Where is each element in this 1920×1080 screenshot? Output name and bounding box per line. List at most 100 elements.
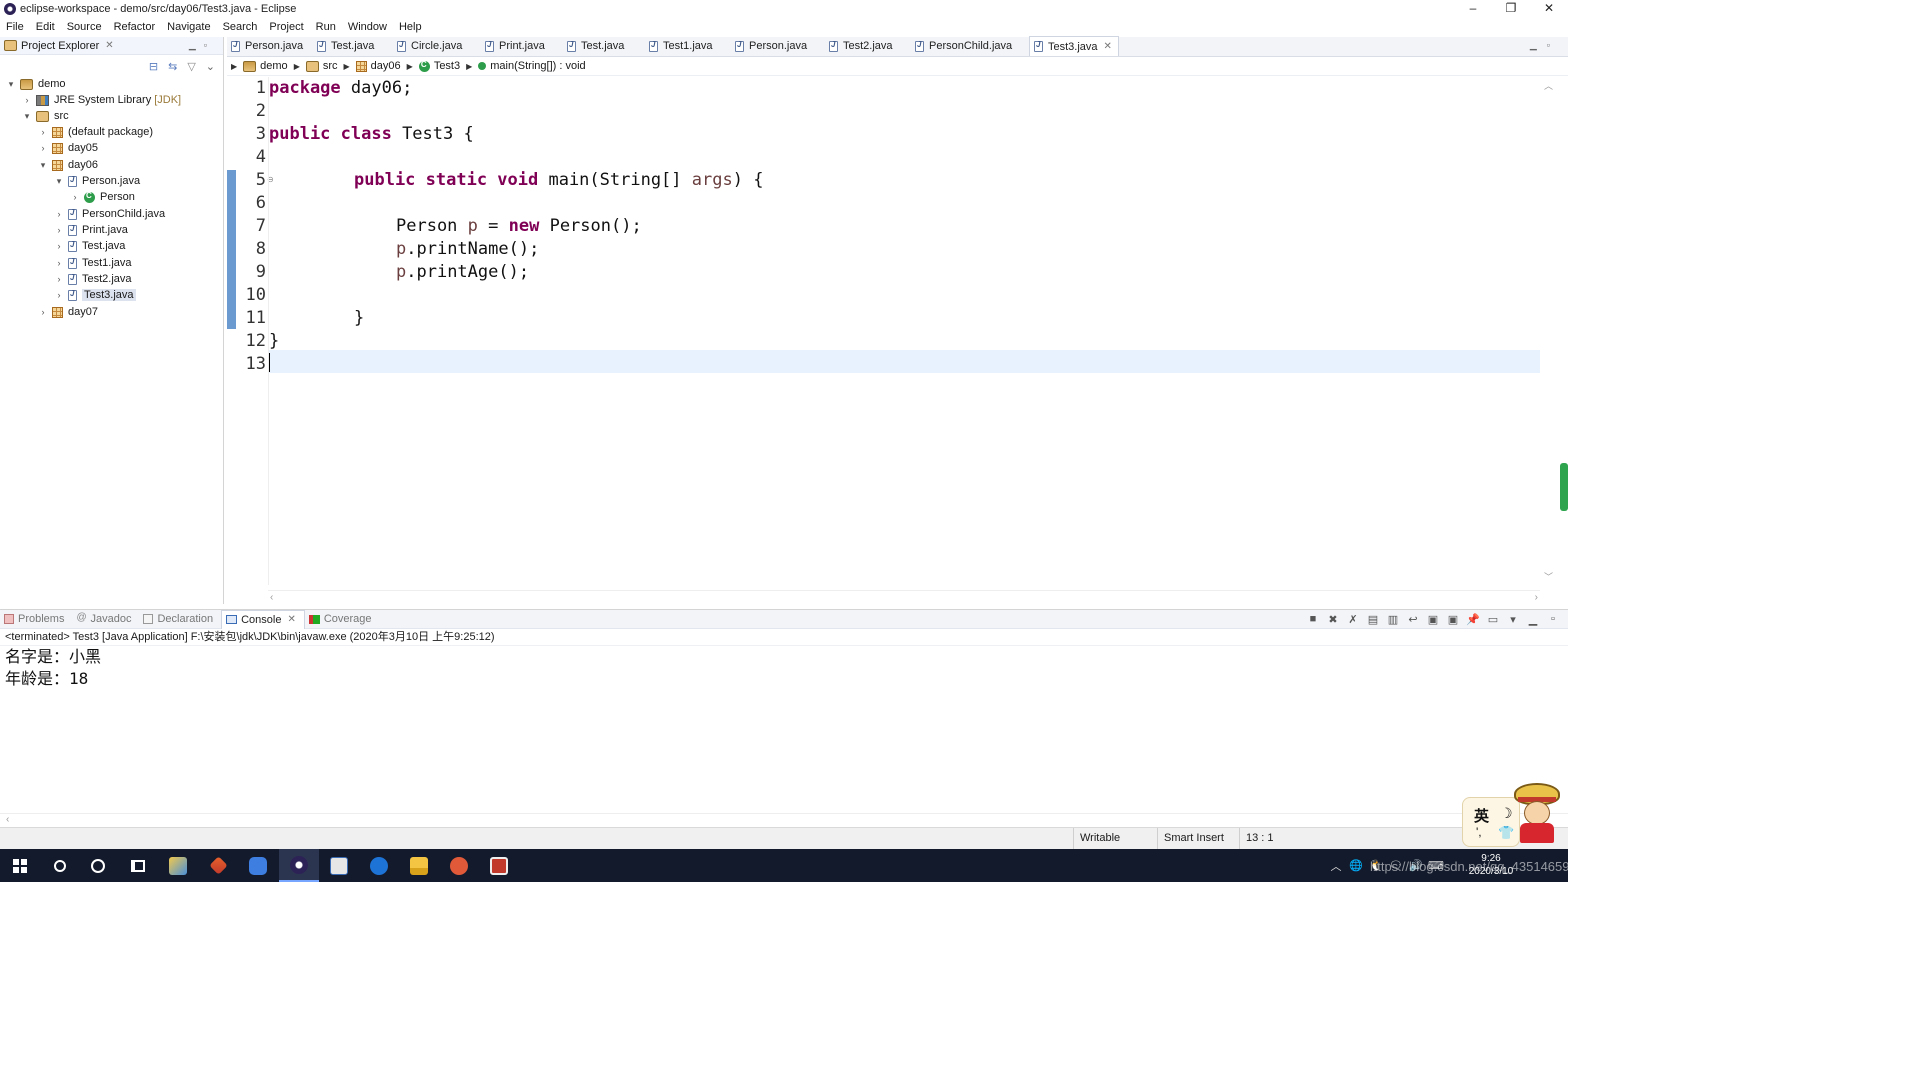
code-editor[interactable]: 1 2 3 4 5 6 7 8 9 10 11 12 13 ⊖ package … [227, 77, 1568, 585]
punctuation-toggle[interactable]: ', [1476, 825, 1482, 839]
chevron-right-icon[interactable]: › [54, 209, 64, 219]
link-with-editor-icon[interactable]: ⇆ [168, 60, 177, 73]
restore-button[interactable]: ❐ [1492, 0, 1530, 18]
taskbar-app-sogou[interactable] [359, 849, 399, 882]
taskbar-app-3[interactable] [238, 849, 278, 882]
minimize-icon[interactable]: ▁ [189, 40, 204, 50]
menu-run[interactable]: Run [316, 21, 336, 33]
close-button[interactable]: ✕ [1530, 0, 1568, 18]
clear-console-icon[interactable]: ▤ [1366, 613, 1380, 626]
project-explorer-title[interactable]: Project Explorer [21, 40, 99, 52]
open-console-icon[interactable]: ▾ [1506, 613, 1520, 626]
menu-edit[interactable]: Edit [36, 21, 55, 33]
chevron-down-icon[interactable]: ▾ [6, 79, 16, 90]
search-button[interactable] [40, 849, 80, 882]
horizontal-scrollbar[interactable]: ‹ › [268, 590, 1540, 604]
scroll-left-icon[interactable]: ‹ [270, 592, 273, 603]
vertical-scrollbar[interactable]: ︿ ﹀ [1544, 77, 1554, 585]
menu-file[interactable]: File [6, 21, 24, 33]
chevron-right-icon[interactable]: › [38, 307, 48, 317]
chevron-down-icon[interactable]: ▾ [38, 160, 48, 171]
tray-overflow-icon[interactable]: ︿ [1328, 858, 1344, 874]
minimize-icon[interactable]: ▁ [1526, 613, 1540, 626]
tree-item-jre[interactable]: › JRE System Library [JDK] [22, 92, 182, 108]
breadcrumb-test3[interactable]: Test3 [418, 60, 460, 72]
tree-item-test2-java[interactable]: › Test2.java [54, 271, 132, 287]
remove-all-terminated-icon[interactable]: ✗ [1346, 613, 1360, 626]
tab-test-java-2[interactable]: Test.java [563, 36, 645, 56]
taskbar-app-1[interactable] [158, 849, 198, 882]
tree-item-person-class[interactable]: › Person [70, 189, 135, 205]
taskbar-app-matlab[interactable] [198, 849, 238, 882]
scroll-right-icon[interactable]: › [1535, 592, 1538, 603]
network-icon[interactable]: 🌐 [1348, 859, 1364, 872]
scroll-left-icon[interactable]: ‹ [6, 814, 9, 825]
tree-item-print-java[interactable]: › Print.java [54, 222, 128, 238]
chevron-right-icon[interactable]: › [54, 258, 64, 268]
display-selected-console-icon[interactable]: ▭ [1486, 613, 1500, 626]
terminate-icon[interactable]: ■ [1306, 613, 1320, 626]
tab-test2-java[interactable]: Test2.java [825, 36, 911, 56]
pin-console-icon[interactable]: 📌 [1466, 613, 1480, 626]
scroll-up-icon[interactable]: ︿ [1544, 79, 1553, 92]
tab-circle-java[interactable]: Circle.java [393, 36, 481, 56]
collapse-all-icon[interactable]: ⊟ [149, 60, 158, 73]
tree-item-personchild-java[interactable]: › PersonChild.java [54, 206, 166, 222]
chevron-right-icon[interactable]: › [54, 274, 64, 284]
breadcrumb-main[interactable]: main(String[]) : void [478, 60, 586, 72]
show-on-stderr-icon[interactable]: ▣ [1446, 613, 1460, 626]
taskbar-app-9[interactable] [479, 849, 519, 882]
tab-coverage[interactable]: Coverage [305, 610, 380, 629]
menu-refactor[interactable]: Refactor [114, 21, 156, 33]
tree-item-src[interactable]: ▾ src [22, 108, 69, 124]
remove-launch-icon[interactable]: ✖ [1326, 613, 1340, 626]
overview-ruler-marker[interactable] [1560, 463, 1568, 511]
word-wrap-icon[interactable]: ↩ [1406, 613, 1420, 626]
minimize-button[interactable]: – [1454, 0, 1492, 18]
maximize-icon[interactable]: ▫ [204, 40, 215, 50]
tree-item-day06[interactable]: ▾ day06 [38, 157, 98, 173]
menu-navigate[interactable]: Navigate [167, 21, 210, 33]
filter-icon[interactable]: ▽ [187, 60, 195, 73]
chevron-down-icon[interactable]: ▾ [22, 111, 32, 122]
tab-person-java[interactable]: Person.java [227, 36, 313, 56]
tree-item-demo[interactable]: ▾ demo [6, 76, 66, 92]
chevron-right-icon[interactable]: › [54, 225, 64, 235]
close-icon[interactable]: ✕ [105, 40, 113, 51]
menu-source[interactable]: Source [67, 21, 102, 33]
tab-javadoc[interactable]: Javadoc [72, 610, 139, 629]
tree-item-default-package[interactable]: › (default package) [38, 124, 154, 140]
scroll-down-icon[interactable]: ﹀ [1544, 570, 1553, 583]
close-icon[interactable]: ✕ [287, 614, 295, 625]
chevron-right-icon[interactable]: › [38, 143, 48, 153]
tab-test3-java[interactable]: Test3.java ✕ [1029, 36, 1119, 56]
tab-declaration[interactable]: Declaration [139, 610, 221, 629]
task-view-button[interactable] [118, 849, 158, 882]
chevron-right-icon[interactable]: › [38, 127, 48, 137]
chevron-right-icon[interactable]: › [54, 290, 64, 300]
menu-project[interactable]: Project [269, 21, 303, 33]
tree-item-day05[interactable]: › day05 [38, 140, 98, 156]
breadcrumb-day06[interactable]: day06 [355, 60, 401, 72]
tree-item-person-java[interactable]: ▾ Person.java [54, 173, 140, 189]
tab-problems[interactable]: Problems [0, 610, 72, 629]
start-button[interactable] [0, 849, 40, 882]
menu-window[interactable]: Window [348, 21, 387, 33]
taskbar-app-8[interactable] [439, 849, 479, 882]
menu-search[interactable]: Search [223, 21, 258, 33]
cortana-button[interactable] [78, 849, 118, 882]
ime-language-toggle[interactable]: 英 [1474, 805, 1489, 826]
breadcrumb-src[interactable]: src [305, 60, 338, 72]
tab-console[interactable]: Console ✕ [221, 609, 305, 629]
console-horizontal-scrollbar[interactable]: ‹ [0, 813, 1568, 827]
tab-test1-java[interactable]: Test1.java [645, 36, 731, 56]
ime-widget[interactable]: 英 ☽ ', 👕 [1460, 783, 1568, 849]
breadcrumb-demo[interactable]: demo [243, 60, 288, 72]
taskbar-app-eclipse[interactable] [279, 849, 319, 882]
close-icon[interactable]: ✕ [1104, 41, 1112, 52]
chevron-right-icon[interactable]: › [54, 241, 64, 251]
tree-item-test1-java[interactable]: › Test1.java [54, 255, 132, 271]
tab-person-java-2[interactable]: Person.java [731, 36, 825, 56]
view-menu-icon[interactable]: ⌄ [206, 60, 215, 73]
taskbar-app-5[interactable] [319, 849, 359, 882]
